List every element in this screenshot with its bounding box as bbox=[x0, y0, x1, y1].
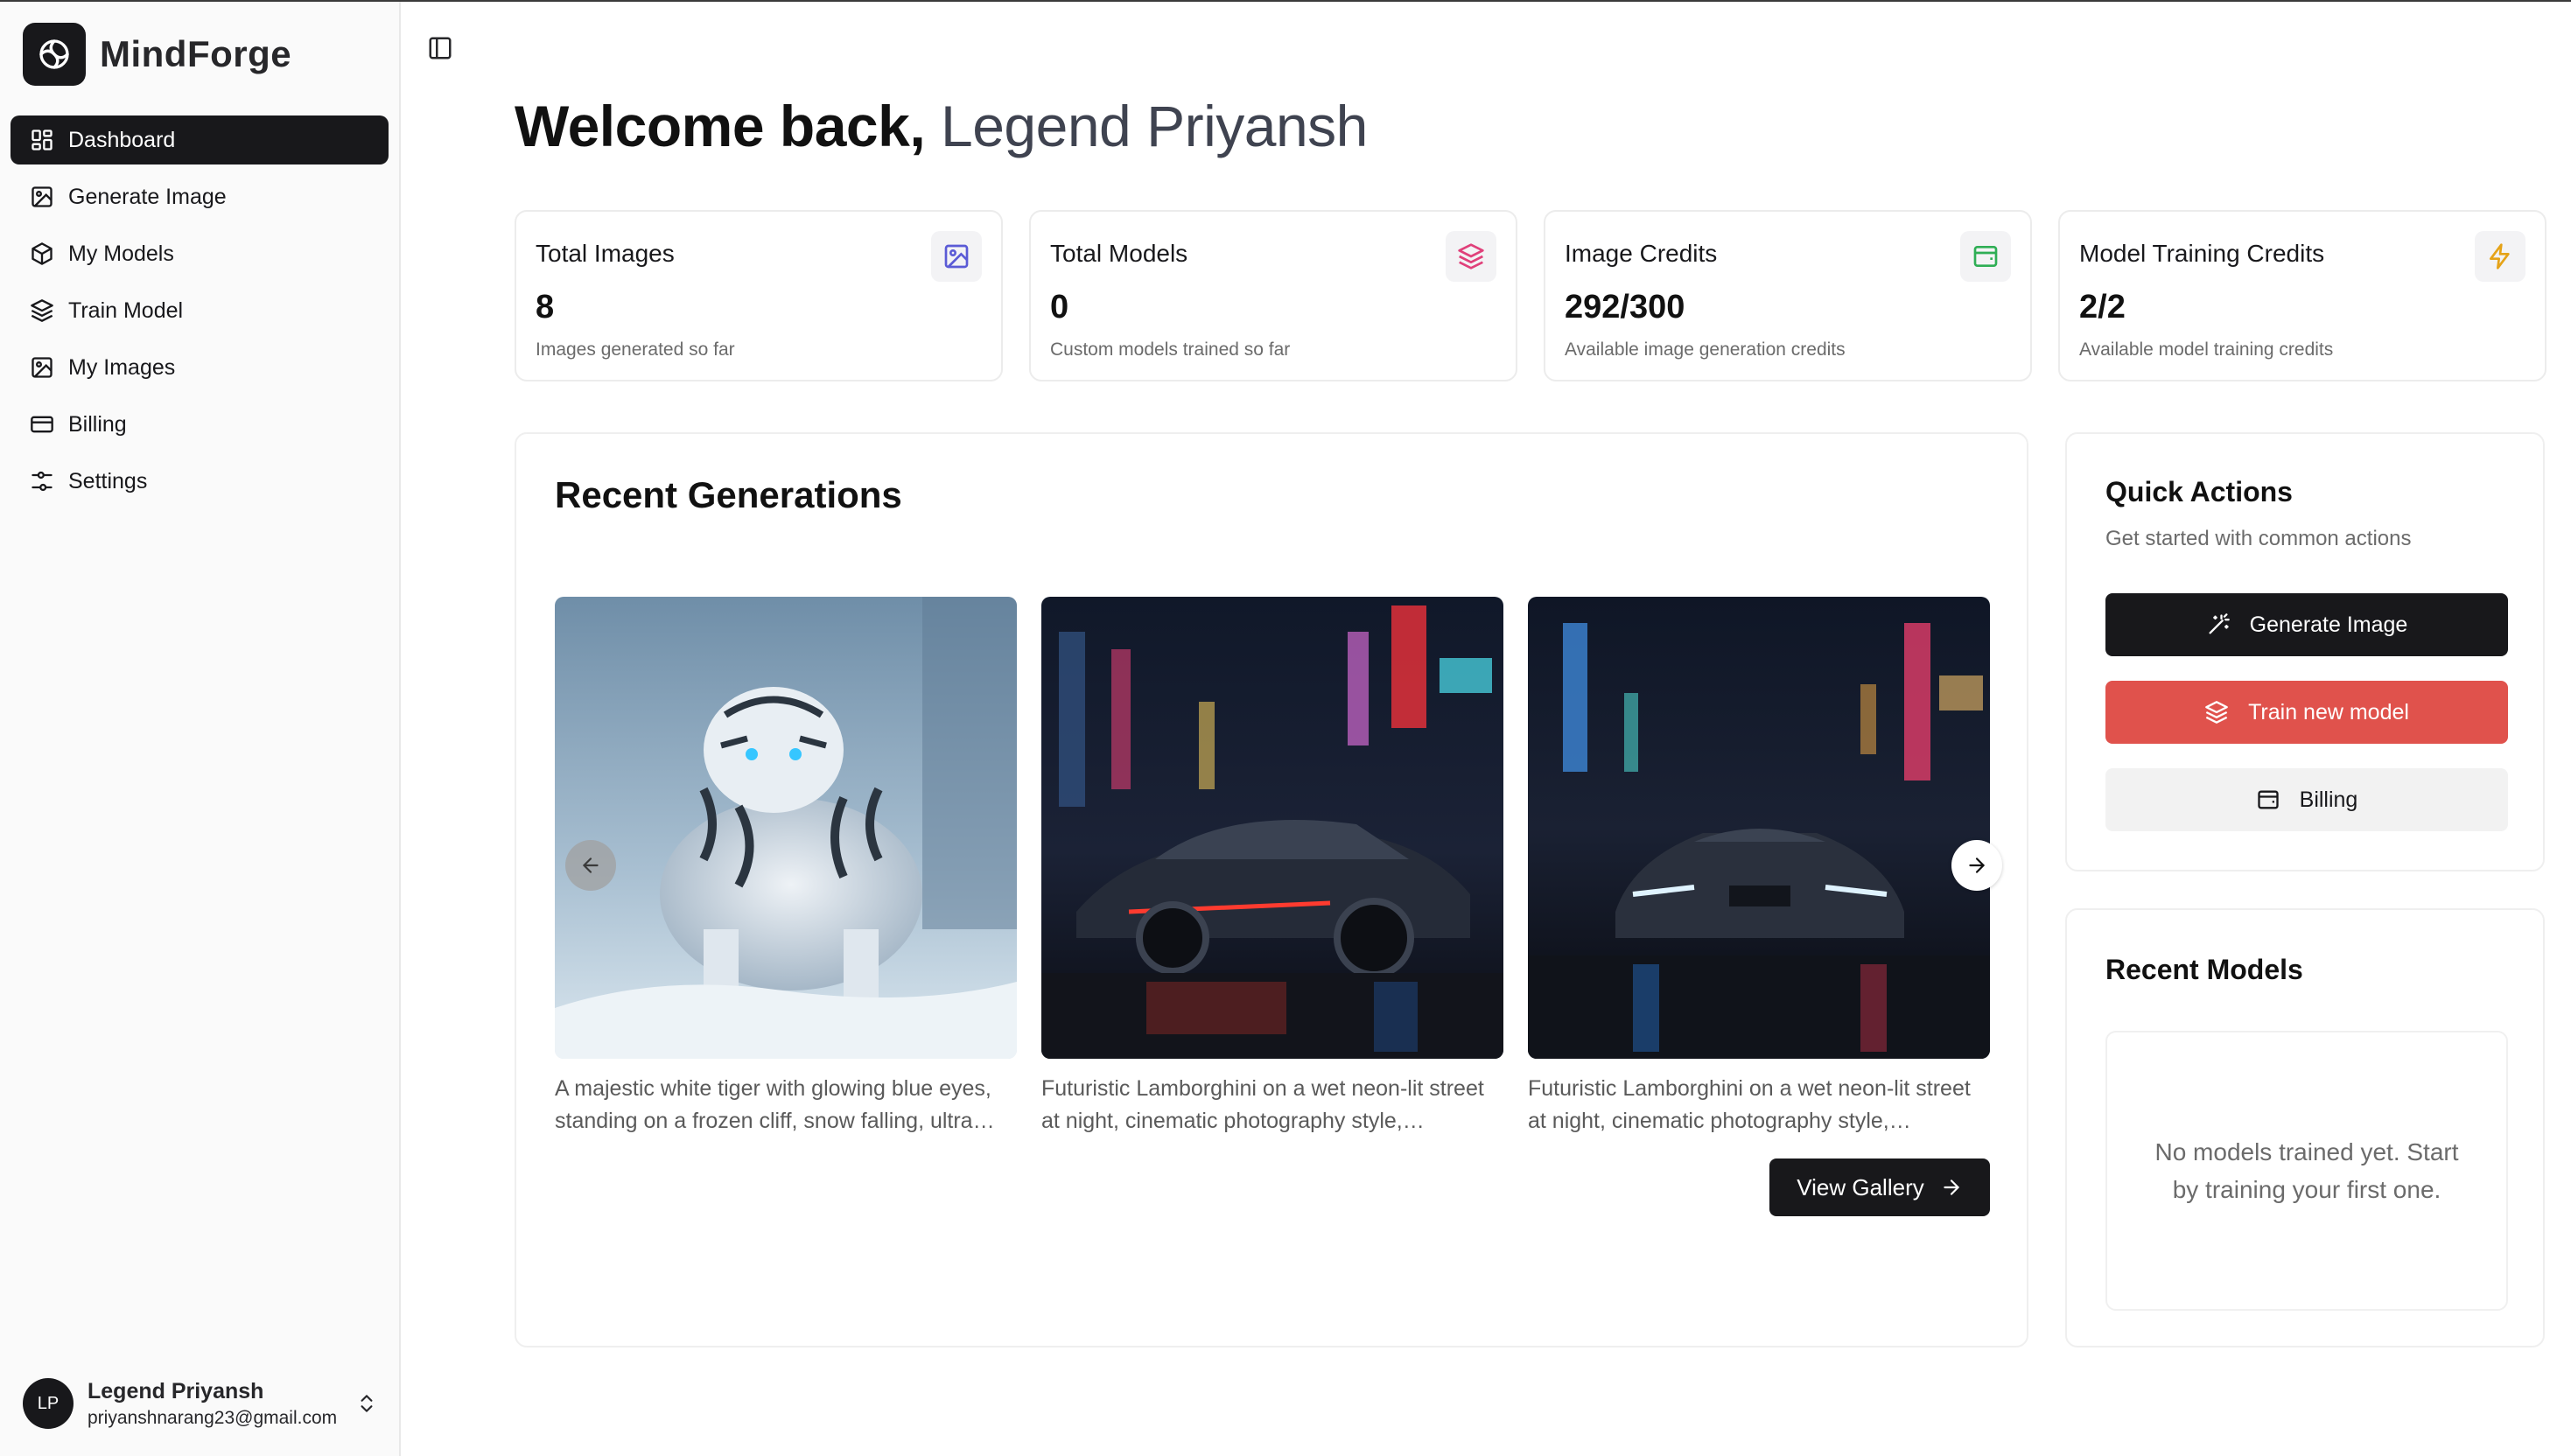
generation-item[interactable]: Futuristic Lamborghini on a wet neon-lit… bbox=[1041, 597, 1503, 1138]
stat-card-model-training-credits: Model Training Credits 2/2 Available mod… bbox=[2058, 210, 2546, 382]
sidebar-item-generate-image[interactable]: Generate Image bbox=[11, 172, 389, 221]
layers-icon bbox=[2205, 701, 2228, 724]
view-gallery-button[interactable]: View Gallery bbox=[1769, 1158, 1990, 1216]
generated-image-tiger[interactable] bbox=[555, 597, 1017, 1059]
sidebar-item-train-model[interactable]: Train Model bbox=[11, 286, 389, 335]
cube-icon bbox=[32, 242, 53, 265]
generation-item[interactable]: Futuristic Lamborghini on a wet neon-lit… bbox=[1528, 597, 1990, 1138]
stat-value: 292/300 bbox=[1565, 289, 1685, 326]
page-title: Welcome back, Legend Priyansh bbox=[515, 93, 1368, 159]
stat-title: Total Images bbox=[536, 240, 675, 267]
credit-card-icon bbox=[31, 416, 53, 433]
sidebar-toggle-button[interactable] bbox=[427, 35, 457, 65]
view-gallery-label: View Gallery bbox=[1797, 1173, 1924, 1200]
carousel-prev-button[interactable] bbox=[565, 840, 616, 891]
avatar: LP bbox=[23, 1378, 74, 1429]
generated-image-lamborghini[interactable] bbox=[1041, 597, 1503, 1059]
button-label: Generate Image bbox=[2249, 612, 2408, 637]
brand[interactable]: MindForge bbox=[23, 23, 291, 86]
recent-generations-card: Recent Generations A majestic white tige… bbox=[515, 432, 2028, 1348]
layers-icon bbox=[1446, 231, 1496, 282]
stat-card-image-credits: Image Credits 292/300 Available image ge… bbox=[1544, 210, 2032, 382]
image-icon bbox=[931, 231, 982, 282]
arrow-left-icon bbox=[582, 858, 599, 873]
brand-name: MindForge bbox=[100, 33, 292, 74]
empty-state: No models trained yet. Start by training… bbox=[2105, 1031, 2508, 1311]
stat-title: Image Credits bbox=[1565, 240, 1718, 267]
empty-state-text: No models trained yet. Start by training… bbox=[2154, 1138, 2459, 1203]
sidebar-item-label: Dashboard bbox=[68, 127, 176, 152]
stat-subtitle: Available model training credits bbox=[2079, 340, 2334, 360]
stat-subtitle: Images generated so far bbox=[536, 340, 735, 360]
generate-image-button[interactable]: Generate Image bbox=[2105, 593, 2508, 656]
stat-title: Model Training Credits bbox=[2079, 240, 2325, 267]
welcome-username: Legend Priyansh bbox=[941, 94, 1368, 158]
sidebar-item-label: My Images bbox=[68, 354, 176, 380]
welcome-prefix: Welcome back, bbox=[515, 94, 926, 158]
sidebar-item-dashboard[interactable]: Dashboard bbox=[11, 116, 389, 164]
generated-image-lamborghini-front[interactable] bbox=[1528, 597, 1990, 1059]
generation-item[interactable]: A majestic white tiger with glowing blue… bbox=[555, 597, 1017, 1138]
section-title: Recent Generations bbox=[555, 474, 902, 515]
sidebar-item-label: My Models bbox=[68, 241, 174, 266]
section-title: Quick Actions bbox=[2105, 476, 2293, 508]
image-icon bbox=[32, 186, 53, 207]
stat-subtitle: Available image generation credits bbox=[1565, 340, 1846, 360]
sidebar-item-label: Billing bbox=[68, 411, 127, 437]
user-name: Legend Priyansh bbox=[88, 1378, 264, 1404]
zap-icon bbox=[2475, 231, 2525, 282]
wallet-icon bbox=[1960, 231, 2011, 282]
button-label: Train new model bbox=[2248, 699, 2409, 724]
button-label: Billing bbox=[2299, 787, 2358, 812]
user-menu[interactable]: LP Legend Priyansh priyanshnarang23@gmai… bbox=[23, 1376, 382, 1432]
sidebar-item-label: Train Model bbox=[68, 298, 184, 323]
stat-value: 0 bbox=[1050, 289, 1069, 326]
wallet-icon bbox=[2257, 790, 2279, 809]
section-subtitle: Get started with common actions bbox=[2105, 527, 2412, 550]
stat-value: 8 bbox=[536, 289, 555, 326]
stat-subtitle: Custom models trained so far bbox=[1050, 340, 1291, 360]
user-email: priyanshnarang23@gmail.com bbox=[88, 1407, 338, 1428]
carousel-next-button[interactable] bbox=[1951, 840, 2002, 891]
image-caption: Futuristic Lamborghini on a wet neon-lit… bbox=[1528, 1076, 1971, 1133]
stat-card-total-models: Total Models 0 Custom models trained so … bbox=[1029, 210, 1517, 382]
sidebar-nav: Dashboard Generate Image My Models Train… bbox=[11, 116, 389, 514]
brand-logo-icon bbox=[23, 23, 86, 86]
stat-card-total-images: Total Images 8 Images generated so far bbox=[515, 210, 1003, 382]
billing-button[interactable]: Billing bbox=[2105, 768, 2508, 831]
sidebar-item-my-images[interactable]: My Images bbox=[11, 343, 389, 392]
sidebar-item-billing[interactable]: Billing bbox=[11, 400, 389, 449]
sidebar-item-label: Generate Image bbox=[68, 184, 227, 209]
section-title: Recent Models bbox=[2105, 954, 2303, 985]
sidebar-item-settings[interactable]: Settings bbox=[11, 457, 389, 506]
arrow-right-icon bbox=[1969, 858, 1986, 873]
wand-icon bbox=[2209, 613, 2230, 634]
stat-value: 2/2 bbox=[2079, 289, 2126, 326]
sidebar-item-label: Settings bbox=[68, 468, 148, 494]
panel-left-icon bbox=[429, 37, 452, 60]
chevrons-up-down-icon bbox=[361, 1395, 373, 1412]
settings-icon bbox=[32, 471, 53, 492]
arrow-right-icon bbox=[1944, 1180, 1959, 1195]
train-new-model-button[interactable]: Train new model bbox=[2105, 681, 2508, 744]
sidebar: MindForge Dashboard Generate Image My Mo… bbox=[0, 2, 401, 1456]
layers-icon bbox=[31, 299, 53, 322]
images-icon bbox=[32, 357, 53, 378]
dashboard-icon bbox=[32, 130, 53, 150]
image-caption: Futuristic Lamborghini on a wet neon-lit… bbox=[1041, 1076, 1484, 1133]
recent-models-card: Recent Models No models trained yet. Sta… bbox=[2065, 908, 2545, 1348]
stat-title: Total Models bbox=[1050, 240, 1188, 267]
sidebar-item-my-models[interactable]: My Models bbox=[11, 229, 389, 278]
quick-actions-card: Quick Actions Get started with common ac… bbox=[2065, 432, 2545, 872]
image-caption: A majestic white tiger with glowing blue… bbox=[555, 1076, 991, 1133]
